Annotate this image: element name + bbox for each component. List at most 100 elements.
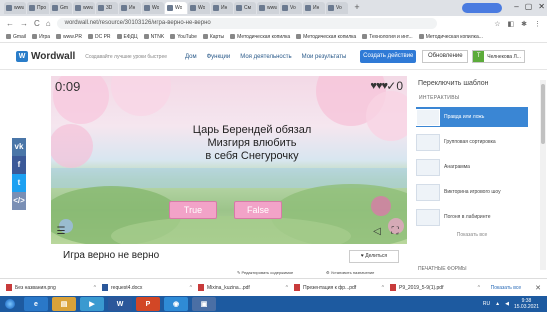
template-true-false[interactable]: Правда или ложь	[416, 107, 528, 127]
chevron-up-icon[interactable]: ^	[94, 285, 96, 291]
browser-tab[interactable]: Wo	[188, 2, 210, 14]
vk-share-icon[interactable]: vk	[12, 138, 26, 156]
explorer-taskbar-icon[interactable]: ▤	[52, 297, 76, 311]
template-anagram[interactable]: Анаграмма	[416, 157, 528, 177]
close-window-icon[interactable]: ✕	[538, 2, 545, 11]
bookmark-item[interactable]: Методическая копилка	[230, 34, 290, 40]
nav-my-activities[interactable]: Моя деятельность	[240, 54, 291, 60]
nav-features[interactable]: Функции	[207, 54, 231, 60]
true-answer-button[interactable]: True	[169, 201, 217, 219]
page-scrollbar[interactable]	[540, 80, 546, 270]
word-taskbar-icon[interactable]: W	[108, 297, 132, 311]
share-button[interactable]: ♥ Делиться	[349, 250, 399, 263]
scrollbar-thumb[interactable]	[541, 84, 545, 144]
browser-tab[interactable]: Wo	[142, 2, 164, 14]
download-item[interactable]: Без названия.png ^	[6, 284, 100, 291]
embed-code-icon[interactable]: </>	[12, 192, 26, 210]
browser-tab[interactable]: См	[234, 2, 256, 14]
template-gameshow-quiz[interactable]: Викторина игрового шоу	[416, 182, 528, 202]
download-item[interactable]: Mixina_kuzina...pdf ^	[198, 284, 292, 291]
app-taskbar-icon[interactable]: ▣	[192, 297, 216, 311]
url-input[interactable]: wordwall.net/resource/30103126/игра-верн…	[56, 18, 437, 29]
false-answer-button[interactable]: False	[234, 201, 282, 219]
bookmark-item[interactable]: YouTube	[170, 34, 197, 40]
bookmark-icon	[230, 34, 236, 39]
language-indicator[interactable]: RU	[483, 301, 490, 307]
chevron-up-icon[interactable]: ^	[478, 285, 480, 291]
back-arrow-icon[interactable]: ←	[6, 19, 14, 28]
fullscreen-icon[interactable]: ⛶	[389, 226, 401, 238]
bookmark-icon	[418, 34, 424, 39]
minimize-icon[interactable]: –	[514, 2, 518, 11]
puzzle-icon[interactable]: ✱	[521, 20, 527, 28]
bookmark-item[interactable]: Gmail	[6, 34, 26, 40]
browser-tab-active[interactable]: Wo	[165, 2, 187, 14]
extension-icon[interactable]: ◧	[508, 20, 515, 28]
browser-tab[interactable]: Ин	[119, 2, 141, 14]
browser-tab[interactable]: www	[257, 2, 279, 14]
bookmark-label: Карты	[209, 33, 225, 40]
activity-links: ✎ Редактировать содержимое ⚙ Установить …	[51, 268, 407, 278]
chrome-taskbar-icon[interactable]: ◉	[164, 297, 188, 311]
browser-tab[interactable]: Ин	[303, 2, 325, 14]
download-item[interactable]: P9_2019_5-9(1).pdf ^	[390, 284, 484, 291]
maximize-icon[interactable]: ▢	[525, 2, 533, 11]
browser-tab[interactable]: www	[73, 2, 95, 14]
home-icon[interactable]: ⌂	[46, 19, 51, 28]
menu-icon[interactable]: ☰	[55, 226, 67, 238]
sound-icon[interactable]: ◁	[371, 226, 383, 238]
browser-tab[interactable]: Gm	[50, 2, 72, 14]
show-all-downloads-link[interactable]: Показать все	[491, 285, 522, 291]
browser-tab[interactable]: www	[4, 2, 26, 14]
template-maze-chase[interactable]: Погоня в лабиринте	[416, 207, 528, 227]
bookmark-label: NTNK	[150, 33, 165, 40]
bookmark-item[interactable]: Технология и инт...	[362, 34, 413, 40]
show-all-templates-link[interactable]: Показать все	[416, 232, 528, 238]
bookmark-item[interactable]: Методическая копилка...	[418, 34, 483, 40]
nav-my-results[interactable]: Мои результаты	[302, 54, 347, 60]
star-icon[interactable]: ☆	[494, 20, 500, 28]
start-button[interactable]	[0, 296, 20, 312]
upgrade-button[interactable]: Обновление	[422, 50, 469, 63]
bookmark-item[interactable]: Методическая копилка	[296, 34, 356, 40]
user-menu[interactable]: T Челнекова Л...	[472, 50, 525, 63]
bookmark-item[interactable]: ЕФДЦ	[116, 34, 138, 40]
reload-icon[interactable]: C	[34, 19, 40, 28]
logo-text: Wordwall	[31, 51, 76, 62]
media-taskbar-icon[interactable]: ▶	[80, 297, 104, 311]
twitter-share-icon[interactable]: t	[12, 174, 26, 192]
browser-tab[interactable]: Про	[27, 2, 49, 14]
chevron-up-icon[interactable]: ^	[286, 285, 288, 291]
download-item[interactable]: request4.docx ^	[102, 284, 196, 291]
download-item[interactable]: Презентация к фр...pdf ^	[294, 284, 388, 291]
ie-taskbar-icon[interactable]: e	[24, 297, 48, 311]
bookmark-item[interactable]: Игра	[32, 34, 50, 40]
volume-icon[interactable]: ◀	[505, 301, 509, 307]
chevron-up-icon[interactable]: ^	[190, 285, 192, 291]
clock[interactable]: 9:38 15.03.2021	[514, 298, 539, 310]
browser-tab[interactable]: Vo	[326, 2, 348, 14]
nav-home[interactable]: Дом	[185, 54, 197, 60]
facebook-share-icon[interactable]: f	[12, 156, 26, 174]
browser-tab[interactable]: Ин	[211, 2, 233, 14]
edit-content-link[interactable]: ✎ Редактировать содержимое	[237, 270, 293, 275]
bookmark-item[interactable]: NTNK	[143, 33, 165, 40]
forward-arrow-icon[interactable]: →	[20, 19, 28, 28]
wordwall-logo[interactable]: W Wordwall	[16, 51, 75, 62]
close-downloads-icon[interactable]: ✕	[535, 284, 541, 292]
bookmark-item[interactable]: www.PR	[56, 34, 82, 40]
powerpoint-taskbar-icon[interactable]: P	[136, 297, 160, 311]
new-tab-plus-icon[interactable]: +	[352, 3, 362, 13]
menu-dots-icon[interactable]: ⋮	[534, 20, 541, 28]
game-canvas[interactable]: 0:09 ♥♥♥ ✓0 Царь Берендей обязал Мизгиря…	[51, 76, 407, 244]
browser-tab[interactable]: 3D	[96, 2, 118, 14]
chevron-up-icon[interactable]: ^	[382, 285, 384, 291]
browser-tab[interactable]: Vo	[280, 2, 302, 14]
template-group-sort[interactable]: Групповая сортировка	[416, 132, 528, 152]
set-assignment-link[interactable]: ⚙ Установить назначение	[326, 270, 374, 275]
create-activity-button[interactable]: Создать действие	[360, 50, 417, 63]
profile-pill[interactable]	[462, 3, 502, 13]
bookmark-item[interactable]: DC PR	[87, 34, 111, 40]
network-icon[interactable]: ▲	[495, 301, 500, 307]
bookmark-item[interactable]: Карты	[202, 33, 225, 40]
